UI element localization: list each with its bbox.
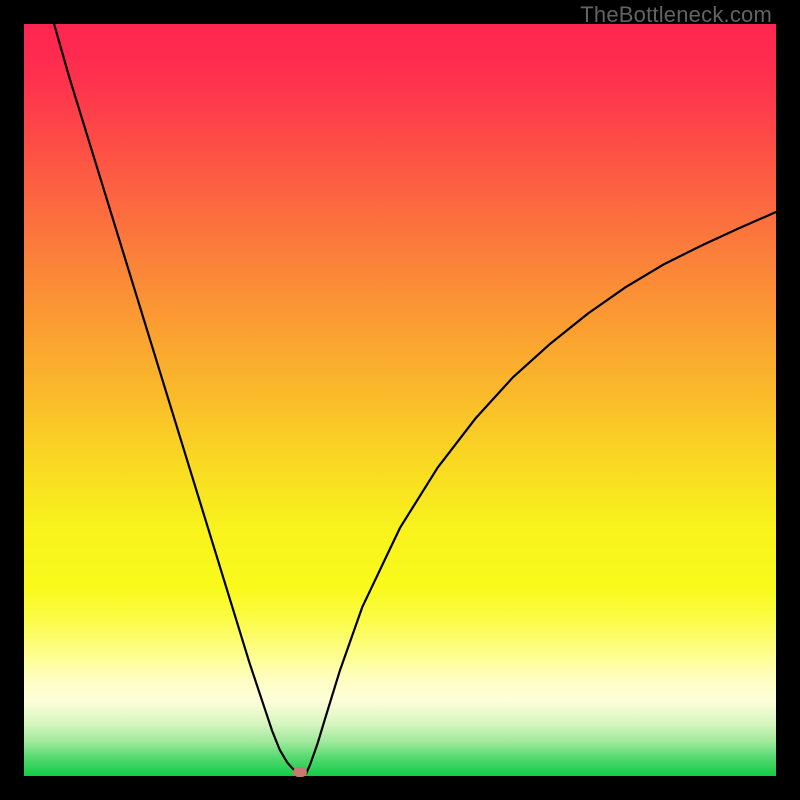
minimum-marker (293, 767, 307, 777)
chart-frame (24, 24, 776, 776)
bottleneck-curve (24, 24, 776, 776)
